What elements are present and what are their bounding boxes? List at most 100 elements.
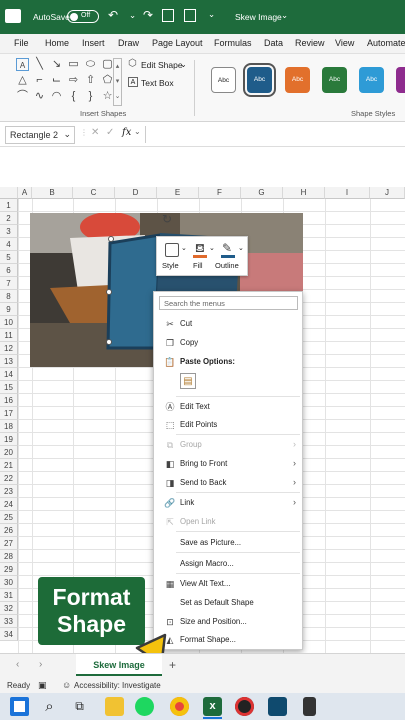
- menu-item-save-as-picture[interactable]: Save as Picture...: [154, 535, 302, 551]
- title-dropdown-icon[interactable]: ⌄: [281, 10, 288, 21]
- row-header-5[interactable]: 5: [0, 251, 18, 264]
- tab-draw[interactable]: Draw: [118, 38, 139, 48]
- accessibility-status[interactable]: Accessibility: Investigate: [74, 681, 161, 690]
- shape-style-lightblue[interactable]: Abc: [359, 67, 384, 93]
- column-header-a[interactable]: A: [18, 187, 32, 199]
- menu-item-size-and-position[interactable]: ⊡ Size and Position...: [154, 614, 302, 630]
- row-header-25[interactable]: 25: [0, 511, 18, 524]
- row-header-30[interactable]: 30: [0, 576, 18, 589]
- add-sheet-icon[interactable]: +: [169, 658, 176, 672]
- fill-button[interactable]: Fill: [193, 261, 203, 270]
- insert-function-button[interactable]: fx: [122, 127, 131, 138]
- row-header-29[interactable]: 29: [0, 563, 18, 576]
- row-header-26[interactable]: 26: [0, 524, 18, 537]
- macro-record-icon[interactable]: ▣: [38, 680, 47, 691]
- line-shape-icon[interactable]: ╲: [33, 58, 46, 71]
- tab-automate[interactable]: Automate: [367, 38, 405, 48]
- menu-item-format-shape[interactable]: ◭ Format Shape...: [154, 632, 302, 648]
- column-header-d[interactable]: D: [115, 187, 157, 199]
- menu-item-view-alt-text[interactable]: ▦ View Alt Text...: [154, 576, 302, 592]
- edit-shape-button[interactable]: Edit Shape: [141, 60, 183, 70]
- menu-item-set-default-shape[interactable]: Set as Default Shape: [154, 595, 302, 611]
- row-header-34[interactable]: 34: [0, 628, 18, 641]
- brace-left-shape-icon[interactable]: {: [67, 90, 80, 103]
- column-header-i[interactable]: I: [325, 187, 370, 199]
- calculator-icon[interactable]: [303, 697, 316, 716]
- outline-button[interactable]: Outline: [215, 261, 239, 270]
- arrow-shape-icon[interactable]: ↘: [50, 58, 63, 71]
- shape-style-green[interactable]: Abc: [322, 67, 347, 93]
- row-header-10[interactable]: 10: [0, 316, 18, 329]
- select-all-corner[interactable]: [0, 187, 18, 199]
- column-header-b[interactable]: B: [32, 187, 73, 199]
- tab-view[interactable]: View: [335, 38, 354, 48]
- sheet-tab-skew-image[interactable]: Skew Image: [76, 654, 162, 676]
- row-header-4[interactable]: 4: [0, 238, 18, 251]
- row-header-21[interactable]: 21: [0, 459, 18, 472]
- menu-item-edit-points[interactable]: ⬚ Edit Points: [154, 417, 302, 433]
- oval-shape-icon[interactable]: ⬭: [84, 58, 97, 71]
- row-header-19[interactable]: 19: [0, 433, 18, 446]
- shape-style-blue-selected[interactable]: Abc: [243, 63, 276, 97]
- chevron-down-icon[interactable]: ⌄: [129, 10, 136, 21]
- resize-handle[interactable]: [108, 236, 114, 242]
- chrome-icon[interactable]: [170, 697, 189, 716]
- arc-shape-icon[interactable]: ◠: [50, 90, 63, 103]
- column-header-e[interactable]: E: [157, 187, 199, 199]
- tab-review[interactable]: Review: [295, 38, 325, 48]
- column-header-h[interactable]: H: [283, 187, 325, 199]
- sheet-icon[interactable]: [184, 9, 196, 22]
- next-sheet-icon[interactable]: ›: [39, 659, 42, 670]
- shape-style-purple[interactable]: [396, 67, 405, 93]
- document-title[interactable]: Skew Image: [235, 12, 282, 22]
- menu-search-input[interactable]: Search the menus: [159, 296, 298, 310]
- style-icon[interactable]: [165, 243, 179, 257]
- row-header-15[interactable]: 15: [0, 381, 18, 394]
- tab-insert[interactable]: Insert: [82, 38, 105, 48]
- row-header-31[interactable]: 31: [0, 589, 18, 602]
- search-icon[interactable]: ⌕: [40, 697, 59, 716]
- fill-chevron-icon[interactable]: ⌄: [209, 244, 215, 252]
- autosave-toggle[interactable]: Off: [67, 10, 99, 23]
- right-arrow-shape-icon[interactable]: ⇨: [67, 74, 80, 87]
- tab-home[interactable]: Home: [45, 38, 69, 48]
- quick-access-more-icon[interactable]: ⌄: [208, 9, 215, 20]
- row-header-1[interactable]: 1: [0, 199, 18, 212]
- resize-handle[interactable]: [106, 339, 112, 345]
- fx-chevron-icon[interactable]: ⌄: [134, 127, 141, 136]
- edit-shape-chevron-icon[interactable]: ⌄: [180, 60, 187, 69]
- text-box-button[interactable]: Text Box: [141, 78, 174, 88]
- save-icon[interactable]: [162, 9, 174, 22]
- row-header-14[interactable]: 14: [0, 368, 18, 381]
- undo-icon[interactable]: ↶: [108, 8, 118, 22]
- freeform-shape-icon[interactable]: ⌒: [16, 90, 29, 103]
- row-header-7[interactable]: 7: [0, 277, 18, 290]
- style-chevron-icon[interactable]: ⌄: [181, 244, 187, 252]
- row-header-11[interactable]: 11: [0, 329, 18, 342]
- row-header-20[interactable]: 20: [0, 446, 18, 459]
- triangle-shape-icon[interactable]: △: [16, 74, 29, 87]
- row-header-28[interactable]: 28: [0, 550, 18, 563]
- rectangle-shape-icon[interactable]: ▭: [67, 58, 80, 71]
- accessibility-icon[interactable]: ☺: [62, 680, 71, 690]
- row-header-22[interactable]: 22: [0, 472, 18, 485]
- row-header-32[interactable]: 32: [0, 602, 18, 615]
- screen-recorder-icon[interactable]: [235, 697, 254, 716]
- spotify-icon[interactable]: [135, 697, 154, 716]
- row-header-24[interactable]: 24: [0, 498, 18, 511]
- excel-taskbar-icon[interactable]: x: [203, 697, 222, 716]
- row-header-9[interactable]: 9: [0, 303, 18, 316]
- row-header-12[interactable]: 12: [0, 342, 18, 355]
- menu-item-link[interactable]: 🔗 Link ›: [154, 495, 302, 511]
- rotate-handle-icon[interactable]: ↻: [162, 212, 172, 226]
- menu-item-assign-macro[interactable]: Assign Macro...: [154, 556, 302, 572]
- row-header-17[interactable]: 17: [0, 407, 18, 420]
- row-header-16[interactable]: 16: [0, 394, 18, 407]
- row-header-33[interactable]: 33: [0, 615, 18, 628]
- row-header-13[interactable]: 13: [0, 355, 18, 368]
- row-header-2[interactable]: 2: [0, 212, 18, 225]
- row-header-3[interactable]: 3: [0, 225, 18, 238]
- tab-page-layout[interactable]: Page Layout: [152, 38, 203, 48]
- tab-data[interactable]: Data: [264, 38, 283, 48]
- formula-bar-more-icon[interactable]: ⋮: [80, 128, 88, 137]
